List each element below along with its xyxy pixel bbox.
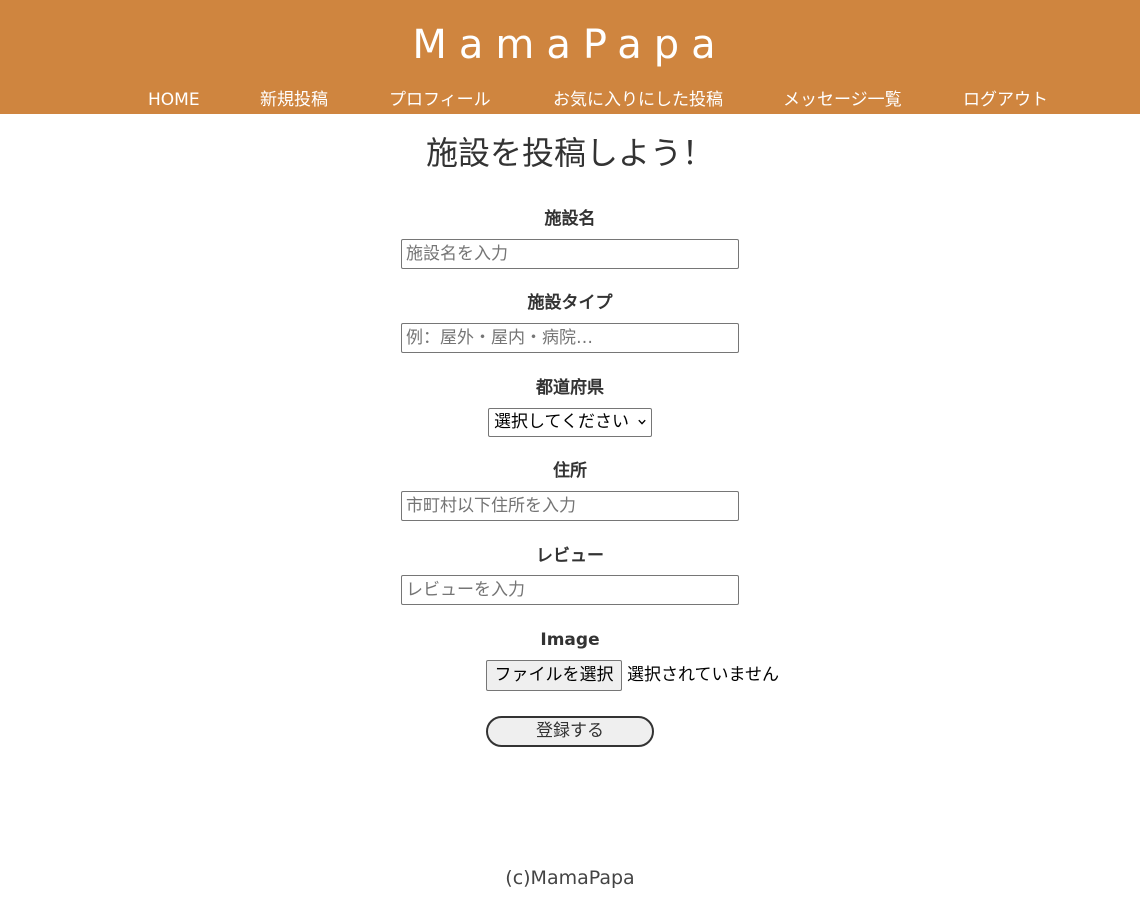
review-input[interactable] (401, 575, 739, 605)
footer-copyright: (c)MamaPapa (505, 867, 635, 889)
prefecture-select[interactable]: 選択してください (488, 408, 652, 437)
site-logo[interactable]: MamaPapa (0, 20, 1140, 70)
nav-messages[interactable]: メッセージ一覧 (783, 88, 902, 112)
nav-logout[interactable]: ログアウト (963, 88, 1048, 112)
facility-name-label: 施設名 (544, 209, 596, 229)
prefecture-label: 都道府県 (536, 378, 604, 398)
facility-type-input[interactable] (401, 323, 739, 353)
main-nav: HOME 新規投稿 プロフィール お気に入りにした投稿 メッセージ一覧 ログアウ… (0, 88, 1140, 112)
review-label: レビュー (536, 546, 604, 566)
choose-file-button[interactable]: ファイルを選択 (486, 660, 622, 691)
image-label: Image (540, 630, 600, 650)
nav-home[interactable]: HOME (148, 88, 200, 112)
site-header: MamaPapa HOME 新規投稿 プロフィール お気に入りにした投稿 メッセ… (0, 0, 1140, 114)
facility-type-label: 施設タイプ (527, 293, 613, 313)
nav-new-post[interactable]: 新規投稿 (260, 88, 328, 112)
nav-profile[interactable]: プロフィール (389, 88, 491, 112)
file-status-text: 選択されていません (627, 665, 779, 685)
nav-favorites[interactable]: お気に入りにした投稿 (553, 88, 723, 112)
address-label: 住所 (553, 461, 587, 481)
submit-button[interactable]: 登録する (486, 716, 654, 747)
prefecture-select-value: 選択してください (494, 412, 629, 432)
address-input[interactable] (401, 491, 739, 521)
chevron-down-icon (638, 419, 646, 425)
page-title: 施設を投稿しよう！ (425, 134, 714, 172)
facility-name-input[interactable] (401, 239, 739, 269)
